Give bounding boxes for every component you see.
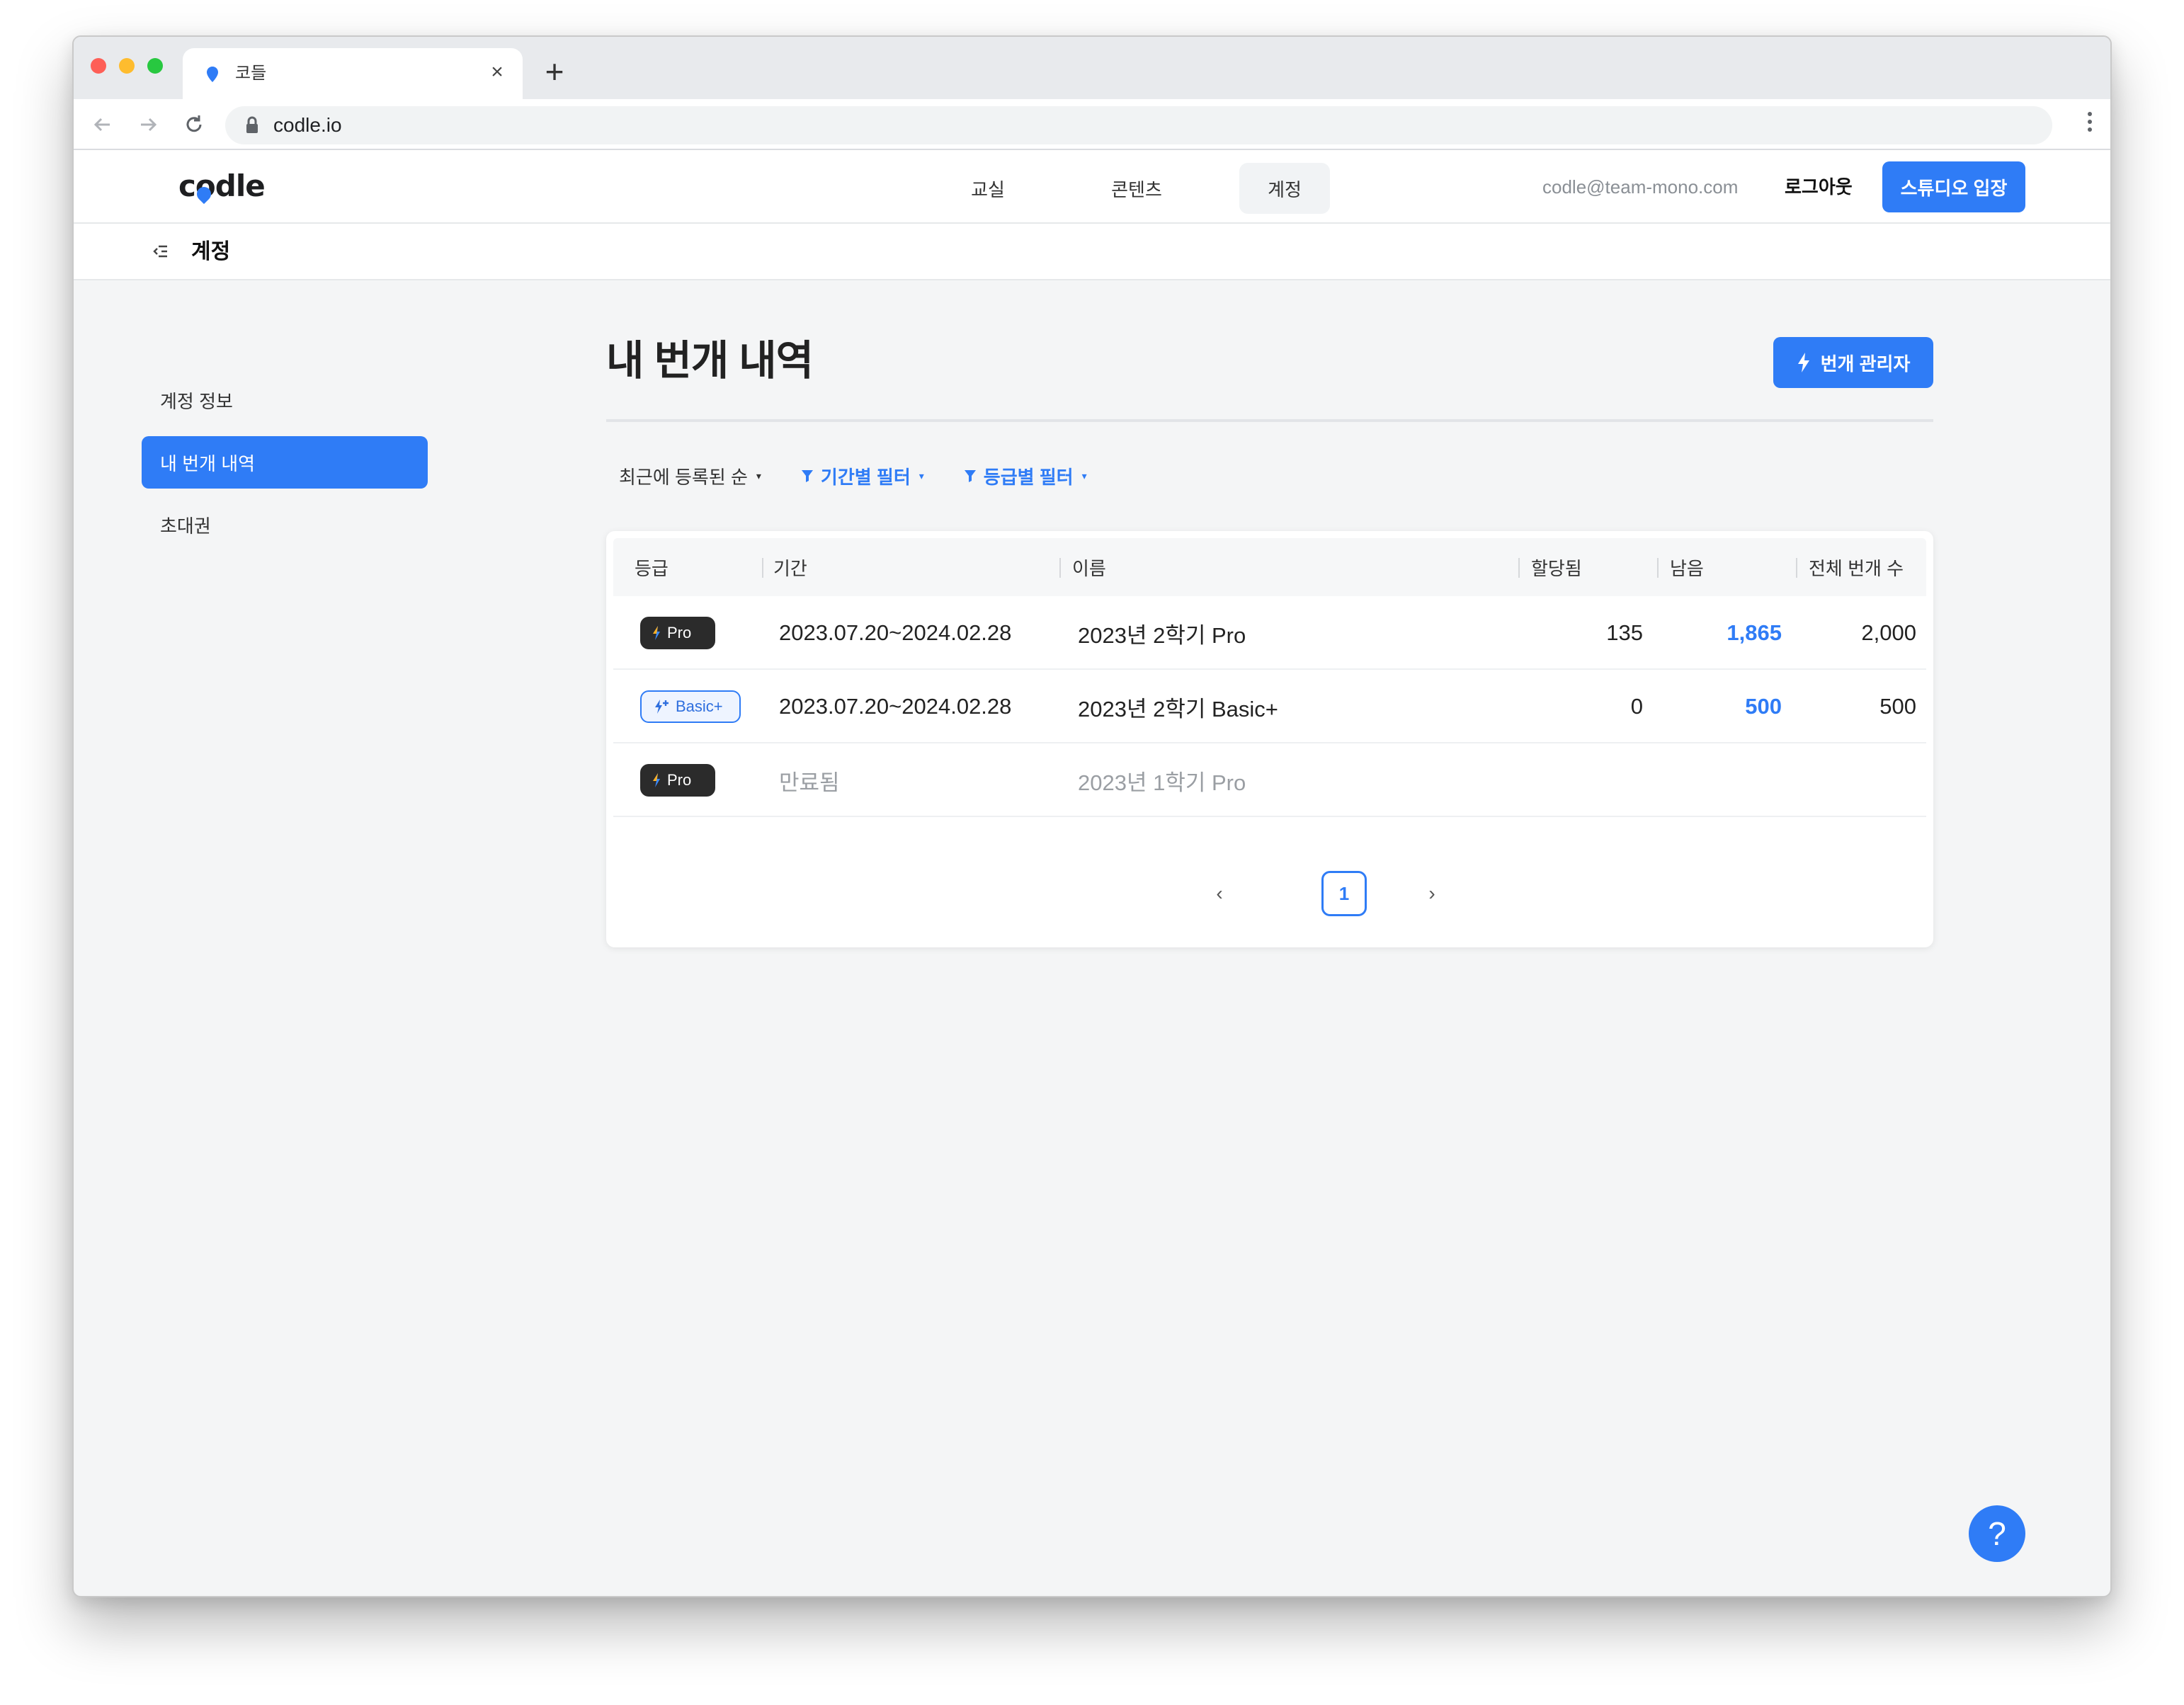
grade-filter-label: 등급별 필터 [983,466,1074,488]
column-divider [1657,558,1659,578]
column-divider [1518,558,1520,578]
user-email: codle@team-mono.com [1542,176,1739,198]
caret-down-icon: ▾ [918,469,924,481]
grade-cell: Pro [640,596,715,670]
maximize-window-button[interactable] [147,58,163,74]
name-cell: 2023년 1학기 Pro [1078,770,1246,795]
period-filter-dropdown[interactable]: 기간별 필터 ▾ [801,463,924,489]
grade-filter-dropdown[interactable]: 등급별 필터 ▾ [964,463,1087,489]
studio-enter-button[interactable]: 스튜디오 입장 [1882,161,2025,212]
lock-icon [246,116,258,133]
logo-text: codle [178,169,266,203]
browser-tab[interactable]: 코들 × [183,48,523,99]
sidebar-toggle-icon[interactable] [152,242,170,261]
period-cell: 만료됨 [779,770,840,795]
grade-cell: Basic+ [640,670,741,743]
close-tab-icon[interactable]: × [484,59,510,85]
browser-window: 코들 × + codle.io codle 교실 콘텐츠 계정 codle@te… [72,35,2112,1597]
sub-header-title: 계정 [191,240,231,263]
url-text: codle.io [273,114,342,136]
column-header-total: 전체 번개 수 [1809,557,1904,579]
badge-label: Pro [667,771,692,789]
column-header-period: 기간 [773,557,807,579]
pro-badge: Pro [640,764,715,797]
main-nav: 교실 콘텐츠 계정 [914,163,1330,214]
codle-favicon-icon [207,67,218,82]
logout-button[interactable]: 로그아웃 [1785,174,1853,200]
caret-down-icon: ▾ [756,469,761,481]
column-divider [762,558,763,578]
title-divider [606,419,1933,422]
period-cell: 2023.07.20~2024.02.28 [779,620,1012,645]
lightning-manager-label: 번개 관리자 [1820,353,1911,375]
nav-classroom[interactable]: 교실 [914,163,1062,214]
nav-account[interactable]: 계정 [1239,163,1330,214]
column-divider [1059,558,1061,578]
period-cell: 2023.07.20~2024.02.28 [779,694,1012,719]
allocated-cell: 135 [1606,620,1643,645]
column-header-remaining: 남음 [1670,557,1704,579]
table-header: 등급 기간 이름 할당됨 남음 전체 번개 수 [613,538,1926,596]
chevron-right-icon[interactable]: › [1418,878,1446,909]
allocated-cell: 0 [1630,694,1643,719]
sidebar-item-invitations[interactable]: 초대권 [142,498,428,551]
pro-badge: Pro [640,617,715,649]
lightning-table-card: 등급 기간 이름 할당됨 남음 전체 번개 수 Pro 2023.07.20~2… [606,531,1933,947]
site-header: codle 교실 콘텐츠 계정 codle@team-mono.com 로그아웃… [74,150,2110,224]
sort-dropdown[interactable]: 최근에 등록된 순 ▾ [619,463,761,489]
filter-icon [801,470,813,482]
period-filter-label: 기간별 필터 [820,466,911,488]
tab-bar: 코들 × + [74,37,2110,99]
address-bar[interactable]: codle.io [225,106,2052,144]
total-cell: 2,000 [1861,620,1916,645]
column-divider [1796,558,1797,578]
browser-toolbar: codle.io [74,99,2110,150]
table-row[interactable]: Pro 만료됨 2023년 1학기 Pro [613,743,1926,817]
new-tab-icon[interactable]: + [537,53,572,90]
browser-menu-icon[interactable] [2086,112,2093,137]
back-arrow-icon[interactable] [88,110,116,139]
name-cell: 2023년 2학기 Basic+ [1078,696,1278,722]
page-number-button[interactable]: 1 [1321,871,1367,916]
badge-label: Pro [667,624,692,641]
nav-contents[interactable]: 콘텐츠 [1062,163,1211,214]
filter-bar: 최근에 등록된 순 ▾ 기간별 필터 ▾ 등급별 필터 ▾ [619,459,1127,493]
lightning-icon [653,773,660,787]
sub-header: 계정 [74,224,2110,280]
lightning-icon [1797,353,1809,372]
grade-cell: Pro [640,743,715,817]
column-header-name: 이름 [1072,557,1106,579]
sidebar-item-account-info[interactable]: 계정 정보 [142,374,428,426]
page-title: 내 번개 내역 [606,338,814,384]
sparkle-lightning-icon [655,700,669,714]
remaining-cell: 1,865 [1727,620,1782,645]
column-header-allocated: 할당됨 [1531,557,1582,579]
pagination: ‹ 1 › [606,871,1933,916]
help-button[interactable]: ? [1969,1505,2025,1562]
tab-title: 코들 [235,64,267,83]
column-header-grade: 등급 [635,557,669,579]
badge-label: Basic+ [676,697,723,715]
remaining-cell: 500 [1745,694,1782,719]
chevron-left-icon[interactable]: ‹ [1205,878,1234,909]
table-row[interactable]: Pro 2023.07.20~2024.02.28 2023년 2학기 Pro … [613,596,1926,670]
table-row[interactable]: Basic+ 2023.07.20~2024.02.28 2023년 2학기 B… [613,670,1926,743]
forward-arrow-icon[interactable] [135,110,163,139]
basic-plus-badge: Basic+ [640,690,741,723]
close-window-button[interactable] [91,58,106,74]
minimize-window-button[interactable] [119,58,135,74]
caret-down-icon: ▾ [1081,469,1087,481]
sort-label: 최근에 등록된 순 [619,466,748,488]
lightning-icon [653,626,660,640]
sidebar-item-lightning-history[interactable]: 내 번개 내역 [142,436,428,489]
total-cell: 500 [1879,694,1916,719]
reload-icon[interactable] [180,110,208,139]
codle-logo[interactable]: codle [178,169,266,205]
filter-icon [964,470,976,482]
lightning-manager-button[interactable]: 번개 관리자 [1773,337,1933,388]
name-cell: 2023년 2학기 Pro [1078,622,1246,648]
